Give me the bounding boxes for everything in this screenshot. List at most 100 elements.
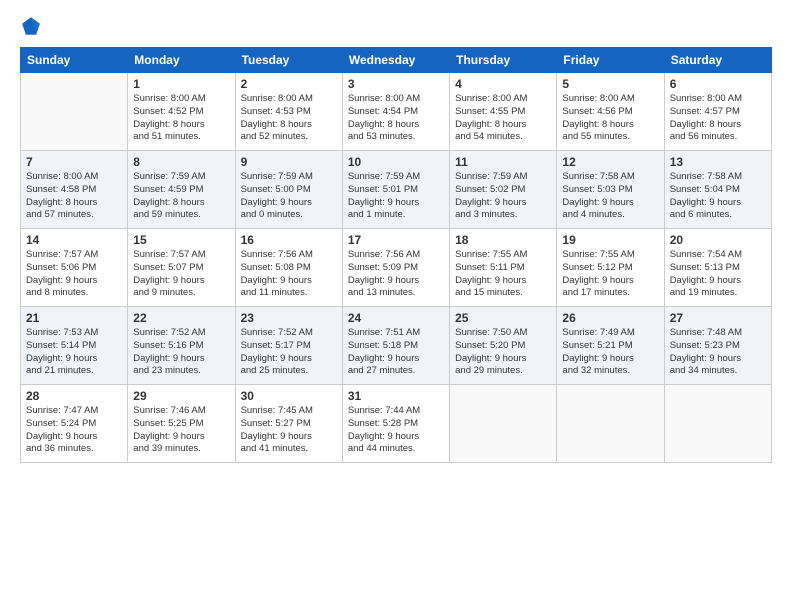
day-number: 8: [133, 155, 229, 169]
day-info: Sunrise: 7:55 AM Sunset: 5:12 PM Dayligh…: [562, 249, 658, 300]
day-info: Sunrise: 7:49 AM Sunset: 5:21 PM Dayligh…: [562, 327, 658, 378]
day-number: 7: [26, 155, 122, 169]
day-info: Sunrise: 7:56 AM Sunset: 5:08 PM Dayligh…: [241, 249, 337, 300]
day-info: Sunrise: 7:55 AM Sunset: 5:11 PM Dayligh…: [455, 249, 551, 300]
calendar-cell: 25 Sunrise: 7:50 AM Sunset: 5:20 PM Dayli…: [450, 307, 557, 385]
calendar-cell: 8 Sunrise: 7:59 AM Sunset: 4:59 PM Daylig…: [128, 151, 235, 229]
day-number: 29: [133, 389, 229, 403]
day-number: 21: [26, 311, 122, 325]
day-number: 25: [455, 311, 551, 325]
day-number: 13: [670, 155, 766, 169]
calendar-cell: 4 Sunrise: 8:00 AM Sunset: 4:55 PM Daylig…: [450, 73, 557, 151]
day-info: Sunrise: 7:48 AM Sunset: 5:23 PM Dayligh…: [670, 327, 766, 378]
day-number: 19: [562, 233, 658, 247]
day-number: 18: [455, 233, 551, 247]
calendar-cell: [664, 385, 771, 463]
day-info: Sunrise: 7:46 AM Sunset: 5:25 PM Dayligh…: [133, 405, 229, 456]
day-number: 9: [241, 155, 337, 169]
day-info: Sunrise: 7:58 AM Sunset: 5:04 PM Dayligh…: [670, 171, 766, 222]
calendar-cell: 24 Sunrise: 7:51 AM Sunset: 5:18 PM Dayli…: [342, 307, 449, 385]
day-info: Sunrise: 7:50 AM Sunset: 5:20 PM Dayligh…: [455, 327, 551, 378]
day-number: 1: [133, 77, 229, 91]
calendar-cell: 28Sunrise: 7:47 AM Sunset: 5:24 PM Dayli…: [21, 385, 128, 463]
logo-icon: [20, 15, 42, 37]
day-number: 5: [562, 77, 658, 91]
day-number: 23: [241, 311, 337, 325]
day-info: Sunrise: 8:00 AM Sunset: 4:54 PM Dayligh…: [348, 93, 444, 144]
calendar-week-row: 7Sunrise: 8:00 AM Sunset: 4:58 PM Daylig…: [21, 151, 772, 229]
calendar-cell: 27 Sunrise: 7:48 AM Sunset: 5:23 PM Dayli…: [664, 307, 771, 385]
calendar-cell: 5 Sunrise: 8:00 AM Sunset: 4:56 PM Daylig…: [557, 73, 664, 151]
day-number: 24: [348, 311, 444, 325]
day-number: 16: [241, 233, 337, 247]
calendar-week-row: 21 Sunrise: 7:53 AM Sunset: 5:14 PM Dayli…: [21, 307, 772, 385]
header: [20, 15, 772, 37]
calendar-cell: 20Sunrise: 7:54 AM Sunset: 5:13 PM Dayli…: [664, 229, 771, 307]
calendar-cell: 29 Sunrise: 7:46 AM Sunset: 5:25 PM Dayli…: [128, 385, 235, 463]
calendar-week-row: 14 Sunrise: 7:57 AM Sunset: 5:06 PM Dayli…: [21, 229, 772, 307]
calendar-header-monday: Monday: [128, 48, 235, 73]
day-info: Sunrise: 7:52 AM Sunset: 5:17 PM Dayligh…: [241, 327, 337, 378]
day-number: 22: [133, 311, 229, 325]
day-info: Sunrise: 8:00 AM Sunset: 4:53 PM Dayligh…: [241, 93, 337, 144]
calendar-cell: 9 Sunrise: 7:59 AM Sunset: 5:00 PM Daylig…: [235, 151, 342, 229]
calendar-cell: 22Sunrise: 7:52 AM Sunset: 5:16 PM Dayli…: [128, 307, 235, 385]
calendar-cell: 12 Sunrise: 7:58 AM Sunset: 5:03 PM Dayli…: [557, 151, 664, 229]
calendar-cell: 3 Sunrise: 8:00 AM Sunset: 4:54 PM Daylig…: [342, 73, 449, 151]
day-number: 17: [348, 233, 444, 247]
day-number: 10: [348, 155, 444, 169]
day-info: Sunrise: 8:00 AM Sunset: 4:52 PM Dayligh…: [133, 93, 229, 144]
calendar-cell: 13 Sunrise: 7:58 AM Sunset: 5:04 PM Dayli…: [664, 151, 771, 229]
calendar-cell: [450, 385, 557, 463]
calendar-cell: 14 Sunrise: 7:57 AM Sunset: 5:06 PM Dayli…: [21, 229, 128, 307]
calendar-cell: 31 Sunrise: 7:44 AM Sunset: 5:28 PM Dayli…: [342, 385, 449, 463]
day-number: 2: [241, 77, 337, 91]
day-info: Sunrise: 7:59 AM Sunset: 5:02 PM Dayligh…: [455, 171, 551, 222]
calendar-week-row: 28Sunrise: 7:47 AM Sunset: 5:24 PM Dayli…: [21, 385, 772, 463]
calendar-header-wednesday: Wednesday: [342, 48, 449, 73]
calendar-header-friday: Friday: [557, 48, 664, 73]
day-number: 26: [562, 311, 658, 325]
calendar-cell: 10 Sunrise: 7:59 AM Sunset: 5:01 PM Dayli…: [342, 151, 449, 229]
logo: [20, 15, 46, 37]
calendar-cell: [557, 385, 664, 463]
day-number: 15: [133, 233, 229, 247]
calendar-cell: 26 Sunrise: 7:49 AM Sunset: 5:21 PM Dayli…: [557, 307, 664, 385]
day-info: Sunrise: 7:45 AM Sunset: 5:27 PM Dayligh…: [241, 405, 337, 456]
calendar-header-tuesday: Tuesday: [235, 48, 342, 73]
day-info: Sunrise: 7:59 AM Sunset: 5:01 PM Dayligh…: [348, 171, 444, 222]
day-number: 28: [26, 389, 122, 403]
day-info: Sunrise: 7:57 AM Sunset: 5:06 PM Dayligh…: [26, 249, 122, 300]
day-number: 3: [348, 77, 444, 91]
day-number: 6: [670, 77, 766, 91]
day-number: 12: [562, 155, 658, 169]
day-number: 27: [670, 311, 766, 325]
day-info: Sunrise: 7:56 AM Sunset: 5:09 PM Dayligh…: [348, 249, 444, 300]
day-info: Sunrise: 8:00 AM Sunset: 4:56 PM Dayligh…: [562, 93, 658, 144]
calendar-header-row: SundayMondayTuesdayWednesdayThursdayFrid…: [21, 48, 772, 73]
day-number: 11: [455, 155, 551, 169]
calendar-header-sunday: Sunday: [21, 48, 128, 73]
day-number: 4: [455, 77, 551, 91]
day-info: Sunrise: 7:59 AM Sunset: 5:00 PM Dayligh…: [241, 171, 337, 222]
calendar-cell: 18 Sunrise: 7:55 AM Sunset: 5:11 PM Dayli…: [450, 229, 557, 307]
calendar-cell: 23 Sunrise: 7:52 AM Sunset: 5:17 PM Dayli…: [235, 307, 342, 385]
day-number: 14: [26, 233, 122, 247]
calendar-table: SundayMondayTuesdayWednesdayThursdayFrid…: [20, 47, 772, 463]
calendar-cell: 15Sunrise: 7:57 AM Sunset: 5:07 PM Dayli…: [128, 229, 235, 307]
day-number: 31: [348, 389, 444, 403]
calendar-cell: 6Sunrise: 8:00 AM Sunset: 4:57 PM Daylig…: [664, 73, 771, 151]
page: SundayMondayTuesdayWednesdayThursdayFrid…: [0, 0, 792, 612]
day-info: Sunrise: 8:00 AM Sunset: 4:55 PM Dayligh…: [455, 93, 551, 144]
day-info: Sunrise: 7:51 AM Sunset: 5:18 PM Dayligh…: [348, 327, 444, 378]
day-number: 20: [670, 233, 766, 247]
calendar-cell: 19 Sunrise: 7:55 AM Sunset: 5:12 PM Dayli…: [557, 229, 664, 307]
day-info: Sunrise: 7:58 AM Sunset: 5:03 PM Dayligh…: [562, 171, 658, 222]
calendar-cell: [21, 73, 128, 151]
calendar-cell: 2 Sunrise: 8:00 AM Sunset: 4:53 PM Daylig…: [235, 73, 342, 151]
calendar-cell: 21 Sunrise: 7:53 AM Sunset: 5:14 PM Dayli…: [21, 307, 128, 385]
day-info: Sunrise: 7:44 AM Sunset: 5:28 PM Dayligh…: [348, 405, 444, 456]
day-info: Sunrise: 7:59 AM Sunset: 4:59 PM Dayligh…: [133, 171, 229, 222]
calendar-cell: 1 Sunrise: 8:00 AM Sunset: 4:52 PM Daylig…: [128, 73, 235, 151]
day-info: Sunrise: 7:53 AM Sunset: 5:14 PM Dayligh…: [26, 327, 122, 378]
